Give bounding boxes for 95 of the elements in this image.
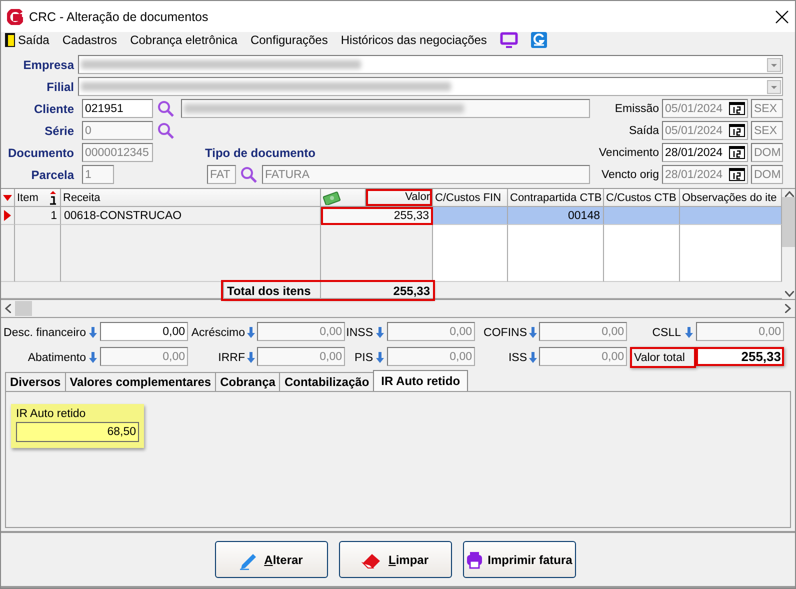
field-label: CSLL <box>651 326 681 340</box>
field-label: Emissão <box>614 102 659 114</box>
field-label: Empresa <box>22 58 74 72</box>
field-label: Série <box>44 124 74 138</box>
field-label: IR Auto retido <box>16 408 87 420</box>
down-arrow-icon <box>89 327 97 338</box>
client-code-field[interactable]: 021951 <box>82 99 153 118</box>
menu-item[interactable]: Históricos das negociações <box>340 33 487 47</box>
scroll-up-icon <box>785 191 794 197</box>
search-icon[interactable] <box>157 122 175 140</box>
down-arrow-icon <box>247 352 255 363</box>
column-header[interactable]: Valor <box>366 189 432 206</box>
table-cell[interactable] <box>604 207 680 225</box>
menu-item[interactable]: Saída <box>5 33 50 47</box>
field-label: Tipo de documento <box>205 146 316 160</box>
down-arrow-icon <box>247 327 255 338</box>
down-arrow-icon <box>89 352 97 363</box>
app-logo-icon[interactable] <box>530 32 547 48</box>
down-arrow-icon <box>529 352 537 363</box>
field-label: Vencto orig <box>600 168 659 180</box>
down-arrow-icon <box>529 327 537 338</box>
menu-item[interactable]: Cadastros <box>62 33 118 47</box>
scroll-left-icon <box>5 304 11 313</box>
menu-item[interactable]: Configurações <box>250 33 328 47</box>
combo-box[interactable] <box>78 77 783 96</box>
field-label: Cliente <box>32 102 74 116</box>
field-label: Documento <box>7 146 74 160</box>
tab[interactable]: Cobrança <box>215 372 280 391</box>
field-label: IRRF <box>217 350 245 366</box>
weekday-field[interactable]: DOM <box>751 143 783 162</box>
column-header[interactable]: Item <box>15 189 61 207</box>
scroll-thumb[interactable] <box>782 197 795 247</box>
money-icon <box>323 190 341 204</box>
column-header[interactable]: C/Custos FIN <box>433 189 508 207</box>
edit-button[interactable]: Alterar <box>214 541 328 578</box>
field-label: Desc. financeiro <box>3 326 86 340</box>
combo-box[interactable] <box>78 55 783 74</box>
print-button[interactable]: Imprimir fatura <box>462 541 576 578</box>
calendar-icon[interactable] <box>729 146 745 159</box>
horizontal-scrollbar[interactable] <box>1 300 795 318</box>
close-icon[interactable] <box>775 10 789 24</box>
field-label: INSS <box>345 326 373 340</box>
scroll-down-icon <box>785 291 794 297</box>
table-cell[interactable]: 00148 <box>508 207 604 225</box>
amount-field[interactable]: 68,50 <box>16 422 139 442</box>
total-amount-field[interactable]: 255,33 <box>696 347 784 366</box>
clear-button[interactable]: Limpar <box>338 541 452 578</box>
table-cell[interactable]: 255,33 <box>321 207 433 225</box>
table-cell[interactable]: 1 <box>15 207 61 225</box>
field-label: COFINS <box>482 326 527 340</box>
column-header[interactable] <box>321 189 366 206</box>
monitor-icon[interactable] <box>500 32 518 48</box>
sort-order-icon <box>48 190 58 204</box>
vertical-scrollbar[interactable] <box>782 189 795 299</box>
field-label: Filial <box>46 80 74 94</box>
total-value: 255,33 <box>392 282 431 299</box>
scroll-right-icon <box>785 304 791 313</box>
field-label: Valor total <box>630 347 696 368</box>
column-header[interactable]: C/Custos CTB <box>604 189 680 207</box>
down-arrow-icon <box>376 352 384 363</box>
column-header[interactable]: Receita <box>61 189 321 207</box>
window-title: CRC - Alteração de documentos <box>29 10 210 24</box>
scroll-thumb[interactable] <box>15 301 32 316</box>
client-name-field[interactable] <box>181 99 590 118</box>
date-field[interactable]: 28/01/2024 <box>662 143 748 162</box>
tab[interactable]: Valores complementares <box>64 372 216 391</box>
tab[interactable]: Diversos <box>5 372 66 391</box>
column-header[interactable] <box>1 189 15 207</box>
column-header[interactable]: Observações do ite <box>680 189 782 207</box>
menu-item[interactable]: Cobrança eletrônica <box>130 33 238 47</box>
search-icon[interactable] <box>157 100 175 118</box>
field-label: Abatimento <box>26 350 86 366</box>
door-icon <box>5 33 15 47</box>
field-label: ISS <box>507 350 527 366</box>
tab[interactable]: IR Auto retido <box>373 370 468 391</box>
down-arrow-icon <box>684 327 692 338</box>
field-label: Parcela <box>30 168 74 182</box>
app-logo-icon <box>7 8 23 24</box>
table-cell[interactable] <box>433 207 508 225</box>
row-header[interactable] <box>1 207 15 225</box>
sort-down-icon[interactable] <box>3 194 12 200</box>
tab[interactable]: Contabilização <box>279 372 374 391</box>
field-label: Acréscimo <box>190 326 245 340</box>
field-label: Vencimento <box>598 146 659 158</box>
table-cell[interactable] <box>680 207 782 225</box>
down-arrow-icon <box>376 327 384 338</box>
field-label: PIS <box>353 350 373 366</box>
column-header[interactable]: Contrapartida CTB <box>508 189 604 207</box>
row-pointer-icon <box>4 210 11 221</box>
printer-icon <box>466 550 483 568</box>
table-cell[interactable]: 00618-CONSTRUCAO <box>61 207 321 225</box>
field-label: Saída <box>628 124 659 136</box>
search-icon[interactable] <box>240 166 258 184</box>
total-label: Total dos itens <box>223 282 321 299</box>
amount-field[interactable]: 0,00 <box>100 322 188 341</box>
